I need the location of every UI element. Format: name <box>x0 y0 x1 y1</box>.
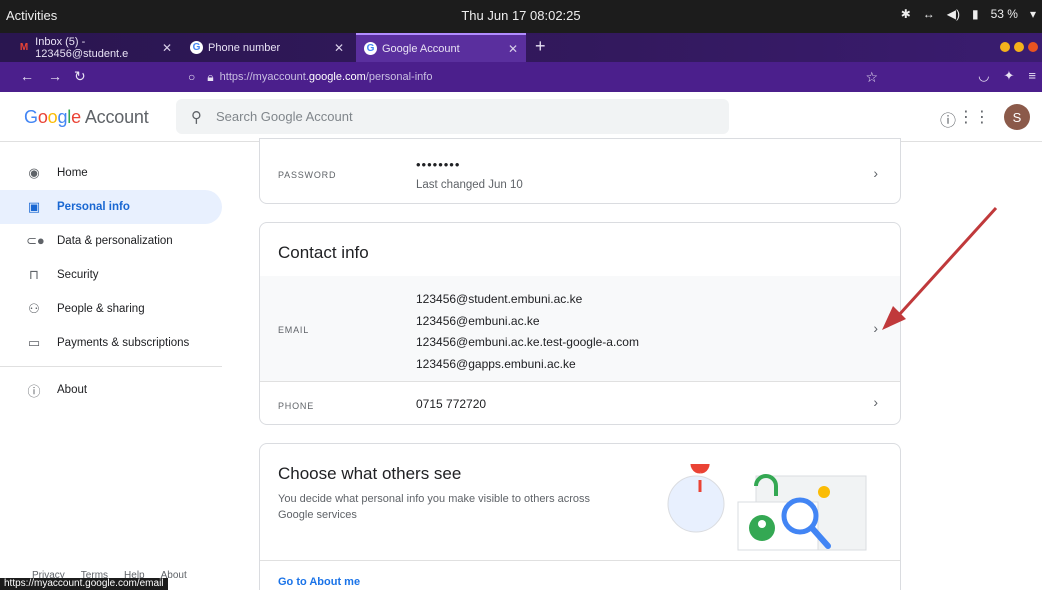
close-window-button[interactable] <box>1028 42 1038 52</box>
tab-label: Phone number <box>208 41 281 54</box>
address-bar[interactable]: ○ 🔒︎ https://myaccount. google.com/person… <box>182 65 886 89</box>
url-path: /personal-info <box>365 71 433 83</box>
profile-visibility-illustration <box>667 464 867 551</box>
password-mask: •••••••• <box>416 157 461 172</box>
network-icon[interactable]: ↔ <box>923 7 935 21</box>
sidebar-item-about[interactable]: ⓘ About <box>0 373 222 407</box>
go-to-about-me-link[interactable]: Go to About me <box>278 576 360 588</box>
sidebar-item-label: Security <box>57 269 99 281</box>
search-box[interactable]: ⚲ <box>176 99 729 134</box>
system-top-bar: Activities Thu Jun 17 08:02:25 ✱ ↔ ◀) ▮ … <box>0 0 1042 33</box>
account-circle-icon: ◉ <box>28 165 40 180</box>
close-icon[interactable]: ✕ <box>508 42 518 56</box>
tab-gmail-inbox[interactable]: M Inbox (5) - 123456@student.e ✕ <box>10 33 180 62</box>
reload-icon[interactable]: ↻ <box>74 68 86 85</box>
bluetooth-icon[interactable]: ✱ <box>901 7 911 21</box>
id-card-icon: ▣ <box>27 199 41 214</box>
email-address: 123456@embuni.ac.ke <box>416 313 540 328</box>
help-icon[interactable]: ⓘ <box>940 107 956 131</box>
sidebar-item-label: About <box>57 384 88 396</box>
sidebar-item-label: Home <box>57 167 88 179</box>
toggle-icon: ⊂● <box>26 233 45 248</box>
minimize-button[interactable] <box>1000 42 1010 52</box>
choose-card-description: You decide what personal info you make v… <box>278 493 591 521</box>
search-icon[interactable]: ⚲ <box>191 108 202 126</box>
tab-label: Google Account <box>382 42 460 55</box>
sidebar-item-data-personalization[interactable]: ⊂● Data & personalization <box>0 224 222 258</box>
people-icon: ⚇ <box>28 301 40 316</box>
sidebar-item-label: Data & personalization <box>57 235 173 247</box>
sidebar-item-security[interactable]: ⊓ Security <box>0 258 222 292</box>
lock-icon: ⊓ <box>28 267 40 282</box>
card-divider <box>260 560 900 561</box>
sidebar-item-payments[interactable]: ▭ Payments & subscriptions <box>0 326 222 360</box>
battery-icon[interactable]: ▮ <box>972 7 979 21</box>
google-account-header: GoogleAccount ⚲ ⓘ ⋮⋮ S <box>0 92 1042 142</box>
phone-label: PHONE <box>278 401 315 411</box>
pocket-icon[interactable]: ◡ <box>978 68 989 84</box>
avatar[interactable]: S <box>1004 104 1030 130</box>
password-label: PASSWORD <box>278 170 337 180</box>
window-controls[interactable] <box>1000 42 1038 52</box>
search-input[interactable] <box>216 109 696 124</box>
choose-what-others-see-card: Choose what others see You decide what p… <box>259 443 901 590</box>
back-arrow-icon[interactable]: ← <box>20 68 34 84</box>
chevron-down-icon[interactable]: ▾ <box>1030 7 1036 21</box>
sidebar-item-label: Payments & subscriptions <box>57 337 190 349</box>
shield-icon[interactable]: ○ <box>188 70 195 84</box>
system-clock[interactable]: Thu Jun 17 08:02:25 <box>0 8 1042 23</box>
gmail-icon: M <box>19 42 29 53</box>
volume-icon[interactable]: ◀) <box>947 7 960 21</box>
info-icon: ⓘ <box>27 383 41 399</box>
maximize-button[interactable] <box>1014 42 1024 52</box>
sidebar-item-personal-info[interactable]: ▣ Personal info <box>0 190 222 224</box>
phone-row[interactable]: PHONE 0715 772720 › <box>260 382 900 424</box>
sidebar-item-people-sharing[interactable]: ⚇ People & sharing <box>0 292 222 326</box>
forward-arrow-icon[interactable]: → <box>48 68 62 84</box>
google-account-logo[interactable]: Google Account <box>24 107 149 128</box>
extension-icon[interactable]: ✦ <box>1004 68 1015 84</box>
email-label: EMAIL <box>278 325 310 335</box>
email-address: 123456@student.embuni.ac.ke <box>416 292 583 306</box>
lock-icon[interactable]: 🔒︎ <box>207 70 213 85</box>
browser-nav-bar: ← → ↻ ○ 🔒︎ https://myaccount. google.com /… <box>0 62 1042 92</box>
url-host: google.com <box>308 71 366 83</box>
chevron-right-icon[interactable]: › <box>873 394 878 410</box>
email-address: 123456@gapps.embuni.ac.ke <box>416 356 576 371</box>
google-icon: G <box>364 42 377 55</box>
apps-grid-icon[interactable]: ⋮⋮ <box>958 107 990 127</box>
browser-tab-strip: M Inbox (5) - 123456@student.e ✕ G Phone… <box>0 33 1042 62</box>
credit-card-icon: ▭ <box>27 335 41 350</box>
sidebar-item-label: Personal info <box>57 201 130 213</box>
sidebar-nav: ◉ Home ▣ Personal info ⊂● Data & persona… <box>0 156 240 407</box>
tab-label: Inbox (5) - 123456@student.e <box>35 35 129 60</box>
email-list: 123456@student.embuni.ac.ke 123456@embun… <box>416 289 639 375</box>
chevron-right-icon[interactable]: › <box>873 165 878 181</box>
password-row[interactable]: PASSWORD •••••••• Last changed Jun 10 › <box>259 138 901 204</box>
password-last-changed: Last changed Jun 10 <box>416 179 523 191</box>
tab-google-account[interactable]: G Google Account ✕ <box>356 33 526 62</box>
logo-suffix: Account <box>84 107 149 127</box>
link-status-bar: https://myaccount.google.com/email <box>0 578 168 590</box>
contact-info-title: Contact info <box>278 243 369 262</box>
choose-card-title: Choose what others see <box>278 464 462 483</box>
google-icon: G <box>190 41 203 54</box>
battery-level: 53 % <box>990 7 1018 21</box>
close-icon[interactable]: ✕ <box>162 41 172 55</box>
bookmark-star-icon[interactable]: ☆ <box>865 69 878 86</box>
chevron-right-icon[interactable]: › <box>873 320 878 336</box>
sidebar-item-home[interactable]: ◉ Home <box>0 156 222 190</box>
new-tab-icon[interactable]: + <box>535 36 546 57</box>
sidebar-item-label: People & sharing <box>57 303 145 315</box>
sidebar-divider <box>0 366 222 367</box>
system-tray[interactable]: ✱ ↔ ◀) ▮ 53 % ▾ <box>901 7 1036 21</box>
url-prefix: https://myaccount. <box>219 71 309 83</box>
email-address: 123456@embuni.ac.ke.test-google-a.com <box>416 335 639 349</box>
close-icon[interactable]: ✕ <box>334 41 344 55</box>
phone-value: 0715 772720 <box>416 397 487 411</box>
email-row[interactable]: EMAIL 123456@student.embuni.ac.ke 123456… <box>260 276 900 382</box>
menu-icon[interactable]: ≡ <box>1028 68 1036 84</box>
contact-info-card: Contact info EMAIL 123456@student.embuni… <box>259 222 901 425</box>
tab-phone-number[interactable]: G Phone number ✕ <box>182 33 352 62</box>
